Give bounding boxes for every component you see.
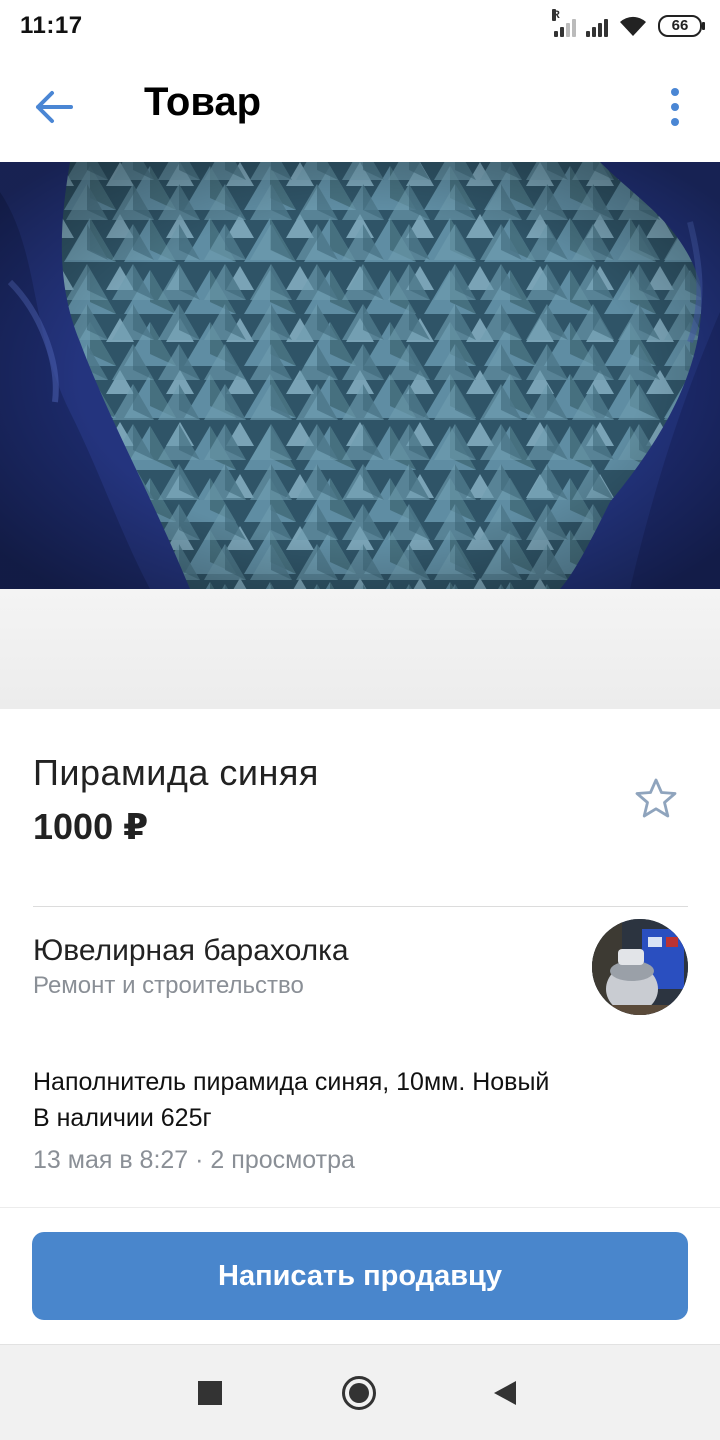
write-seller-button[interactable]: Написать продавцу xyxy=(32,1232,688,1320)
more-options-button[interactable] xyxy=(658,80,692,134)
divider xyxy=(0,1207,720,1208)
status-icons: R 66 xyxy=(552,9,705,40)
signal-icon xyxy=(586,15,608,37)
app-header: Товар xyxy=(0,52,720,162)
battery-icon: 66 xyxy=(658,15,705,37)
circle-icon[interactable] xyxy=(342,1376,376,1410)
description-line-2: В наличии 625г xyxy=(33,1104,212,1132)
group-avatar-image xyxy=(592,919,688,1015)
roaming-tag: R xyxy=(552,9,560,21)
signal-roaming-icon: R xyxy=(552,9,576,37)
square-icon[interactable] xyxy=(198,1381,222,1405)
description-line-1: Наполнитель пирамида синяя, 10мм. Новый xyxy=(33,1068,550,1096)
post-meta: 13 мая в 8:27 · 2 просмотра xyxy=(33,1146,355,1174)
status-time: 11:17 xyxy=(20,12,83,39)
favorite-button[interactable] xyxy=(630,772,682,824)
status-bar: 11:17 R 66 xyxy=(0,0,720,52)
more-vertical-icon xyxy=(671,88,679,96)
product-description: Наполнитель пирамида синяя, 10мм. Новый … xyxy=(33,1064,549,1136)
arrow-left-icon xyxy=(36,91,73,123)
seller-avatar[interactable] xyxy=(592,919,688,1015)
product-price: 1000 ₽ xyxy=(33,806,149,847)
star-outline-icon xyxy=(635,778,677,818)
seller-name[interactable]: Ювелирная барахолка xyxy=(33,934,349,968)
back-button[interactable] xyxy=(26,82,82,132)
seller-category: Ремонт и строительство xyxy=(33,972,304,999)
page-title: Товар xyxy=(144,80,262,124)
divider xyxy=(33,906,688,907)
product-photo-image xyxy=(0,162,720,589)
photo-gallery-strip xyxy=(0,589,720,709)
wifi-icon xyxy=(620,16,646,36)
triangle-back-icon[interactable] xyxy=(494,1381,516,1405)
product-photo[interactable] xyxy=(0,162,720,589)
system-nav-bar xyxy=(0,1344,720,1440)
product-title: Пирамида синяя xyxy=(33,752,319,793)
